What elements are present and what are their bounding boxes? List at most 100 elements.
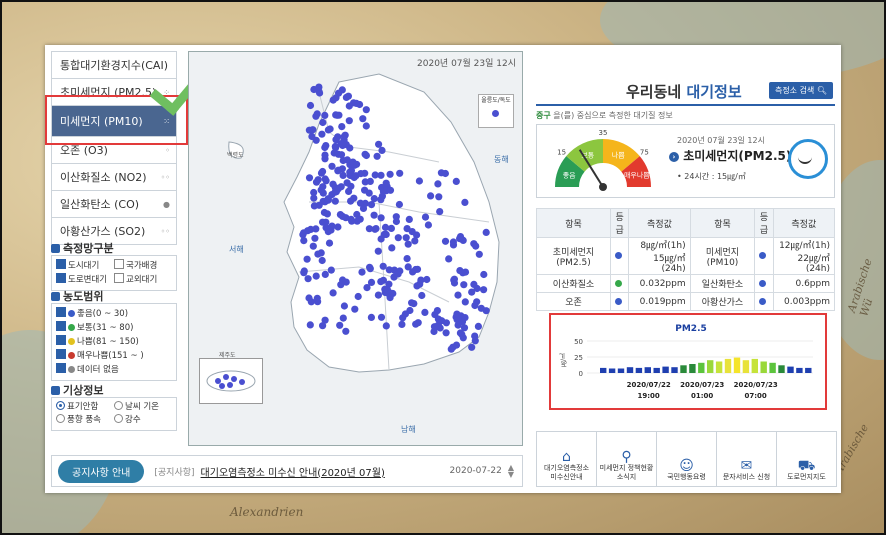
quick-link-4[interactable]: ⛟ 도로먼지지도	[777, 432, 836, 486]
station-dot[interactable]	[300, 267, 308, 275]
station-dot[interactable]	[337, 151, 346, 159]
station-dot[interactable]	[374, 291, 382, 299]
concentration-option[interactable]: 매우나쁨(151 ~ )	[56, 349, 172, 363]
station-dot[interactable]	[328, 222, 336, 230]
station-dot[interactable]	[310, 194, 318, 202]
station-dot[interactable]	[306, 101, 315, 110]
station-dot[interactable]	[395, 200, 403, 209]
station-dot[interactable]	[307, 298, 315, 306]
station-dot[interactable]	[442, 329, 450, 337]
station-dot[interactable]	[386, 294, 394, 302]
station-dot[interactable]	[318, 130, 326, 138]
station-dot[interactable]	[412, 320, 420, 328]
station-dot[interactable]	[402, 234, 410, 242]
korea-map[interactable]: 2020년 07월 23일 12시 울릉도/독도 서해 동해 남해 백령도 제주…	[188, 51, 523, 446]
station-dot[interactable]	[311, 234, 319, 242]
station-dot[interactable]	[356, 215, 364, 223]
station-dot[interactable]	[415, 177, 423, 185]
station-dot[interactable]	[331, 197, 339, 205]
station-dot[interactable]	[365, 225, 373, 233]
station-type-option[interactable]: 도로변대기	[56, 273, 114, 287]
station-dot[interactable]	[441, 237, 450, 245]
station-dot[interactable]	[318, 256, 326, 265]
checkbox[interactable]	[114, 273, 124, 283]
station-dot[interactable]	[452, 177, 460, 185]
station-dot[interactable]	[449, 238, 457, 246]
station-dot[interactable]	[312, 272, 320, 280]
station-dot[interactable]	[382, 322, 390, 330]
station-dot[interactable]	[447, 345, 455, 353]
station-dot[interactable]	[330, 149, 338, 157]
station-dot[interactable]	[340, 302, 348, 310]
station-dot[interactable]	[405, 215, 413, 223]
checkbox[interactable]	[114, 259, 124, 269]
station-type-option[interactable]: 국가배경	[114, 259, 172, 273]
checkbox[interactable]	[56, 321, 66, 331]
station-dot[interactable]	[413, 265, 422, 273]
notice-button[interactable]: 공지사항 안내	[58, 459, 145, 483]
station-dot[interactable]	[461, 298, 469, 306]
station-dot[interactable]	[351, 305, 359, 313]
radio[interactable]	[114, 401, 123, 410]
station-dot[interactable]	[306, 321, 314, 329]
gauge-pollutant[interactable]: › 초미세먼지(PM2.5)	[669, 147, 791, 164]
notice-scroll-arrows[interactable]: ▲ ▼	[508, 464, 514, 479]
station-dot[interactable]	[309, 242, 317, 250]
station-dot[interactable]	[424, 221, 432, 229]
station-dot[interactable]	[370, 195, 378, 203]
station-dot[interactable]	[312, 178, 321, 186]
station-dot[interactable]	[401, 310, 409, 318]
station-dot[interactable]	[329, 289, 337, 297]
station-dot[interactable]	[219, 383, 225, 389]
station-dot[interactable]	[315, 83, 323, 91]
station-dot[interactable]	[354, 292, 362, 301]
station-dot[interactable]	[460, 281, 468, 289]
station-dot[interactable]	[334, 133, 342, 141]
station-dot[interactable]	[359, 115, 367, 123]
station-dot[interactable]	[408, 299, 416, 307]
station-dot[interactable]	[482, 307, 490, 315]
station-dot[interactable]	[396, 169, 404, 177]
radio[interactable]	[56, 414, 65, 423]
station-type-option[interactable]: 도시대기	[56, 259, 114, 273]
station-dot[interactable]	[231, 376, 237, 382]
station-dot[interactable]	[441, 169, 449, 178]
station-dot[interactable]	[239, 379, 245, 385]
station-dot[interactable]	[411, 237, 419, 245]
concentration-option[interactable]: 데이터 없음	[56, 363, 172, 377]
station-dot[interactable]	[453, 310, 461, 318]
station-dot[interactable]	[427, 192, 435, 200]
station-dot[interactable]	[377, 214, 385, 222]
station-dot[interactable]	[468, 343, 476, 351]
station-dot[interactable]	[227, 382, 233, 388]
station-dot[interactable]	[365, 189, 373, 197]
station-dot[interactable]	[475, 250, 483, 258]
station-dot[interactable]	[372, 225, 380, 233]
weather-option[interactable]: 날씨 기온	[114, 401, 172, 414]
station-dot[interactable]	[303, 255, 311, 263]
station-dot[interactable]	[352, 99, 360, 107]
station-dot[interactable]	[456, 267, 464, 275]
station-dot[interactable]	[377, 196, 385, 204]
menu-item-4[interactable]: 이산화질소 (NO2) ◦◦	[51, 164, 177, 191]
weather-option[interactable]: 표기안함	[56, 401, 114, 414]
concentration-option[interactable]: 보통(31 ~ 80)	[56, 321, 172, 335]
station-dot[interactable]	[328, 162, 336, 170]
station-dot[interactable]	[373, 152, 381, 160]
station-dot[interactable]	[321, 155, 329, 163]
station-dot[interactable]	[312, 225, 320, 233]
weather-option[interactable]: 강수	[114, 414, 172, 427]
station-dot[interactable]	[430, 323, 439, 331]
station-dot[interactable]	[362, 106, 370, 114]
station-dot[interactable]	[380, 230, 388, 239]
station-dot[interactable]	[474, 322, 482, 330]
station-dot[interactable]	[366, 265, 374, 273]
station-dot[interactable]	[379, 262, 387, 270]
station-dot[interactable]	[445, 255, 453, 263]
station-dot[interactable]	[450, 279, 459, 287]
station-dot[interactable]	[381, 223, 390, 231]
station-dot[interactable]	[300, 237, 308, 245]
station-dot[interactable]	[403, 255, 411, 263]
station-dot[interactable]	[304, 227, 312, 235]
station-dot[interactable]	[335, 89, 343, 97]
